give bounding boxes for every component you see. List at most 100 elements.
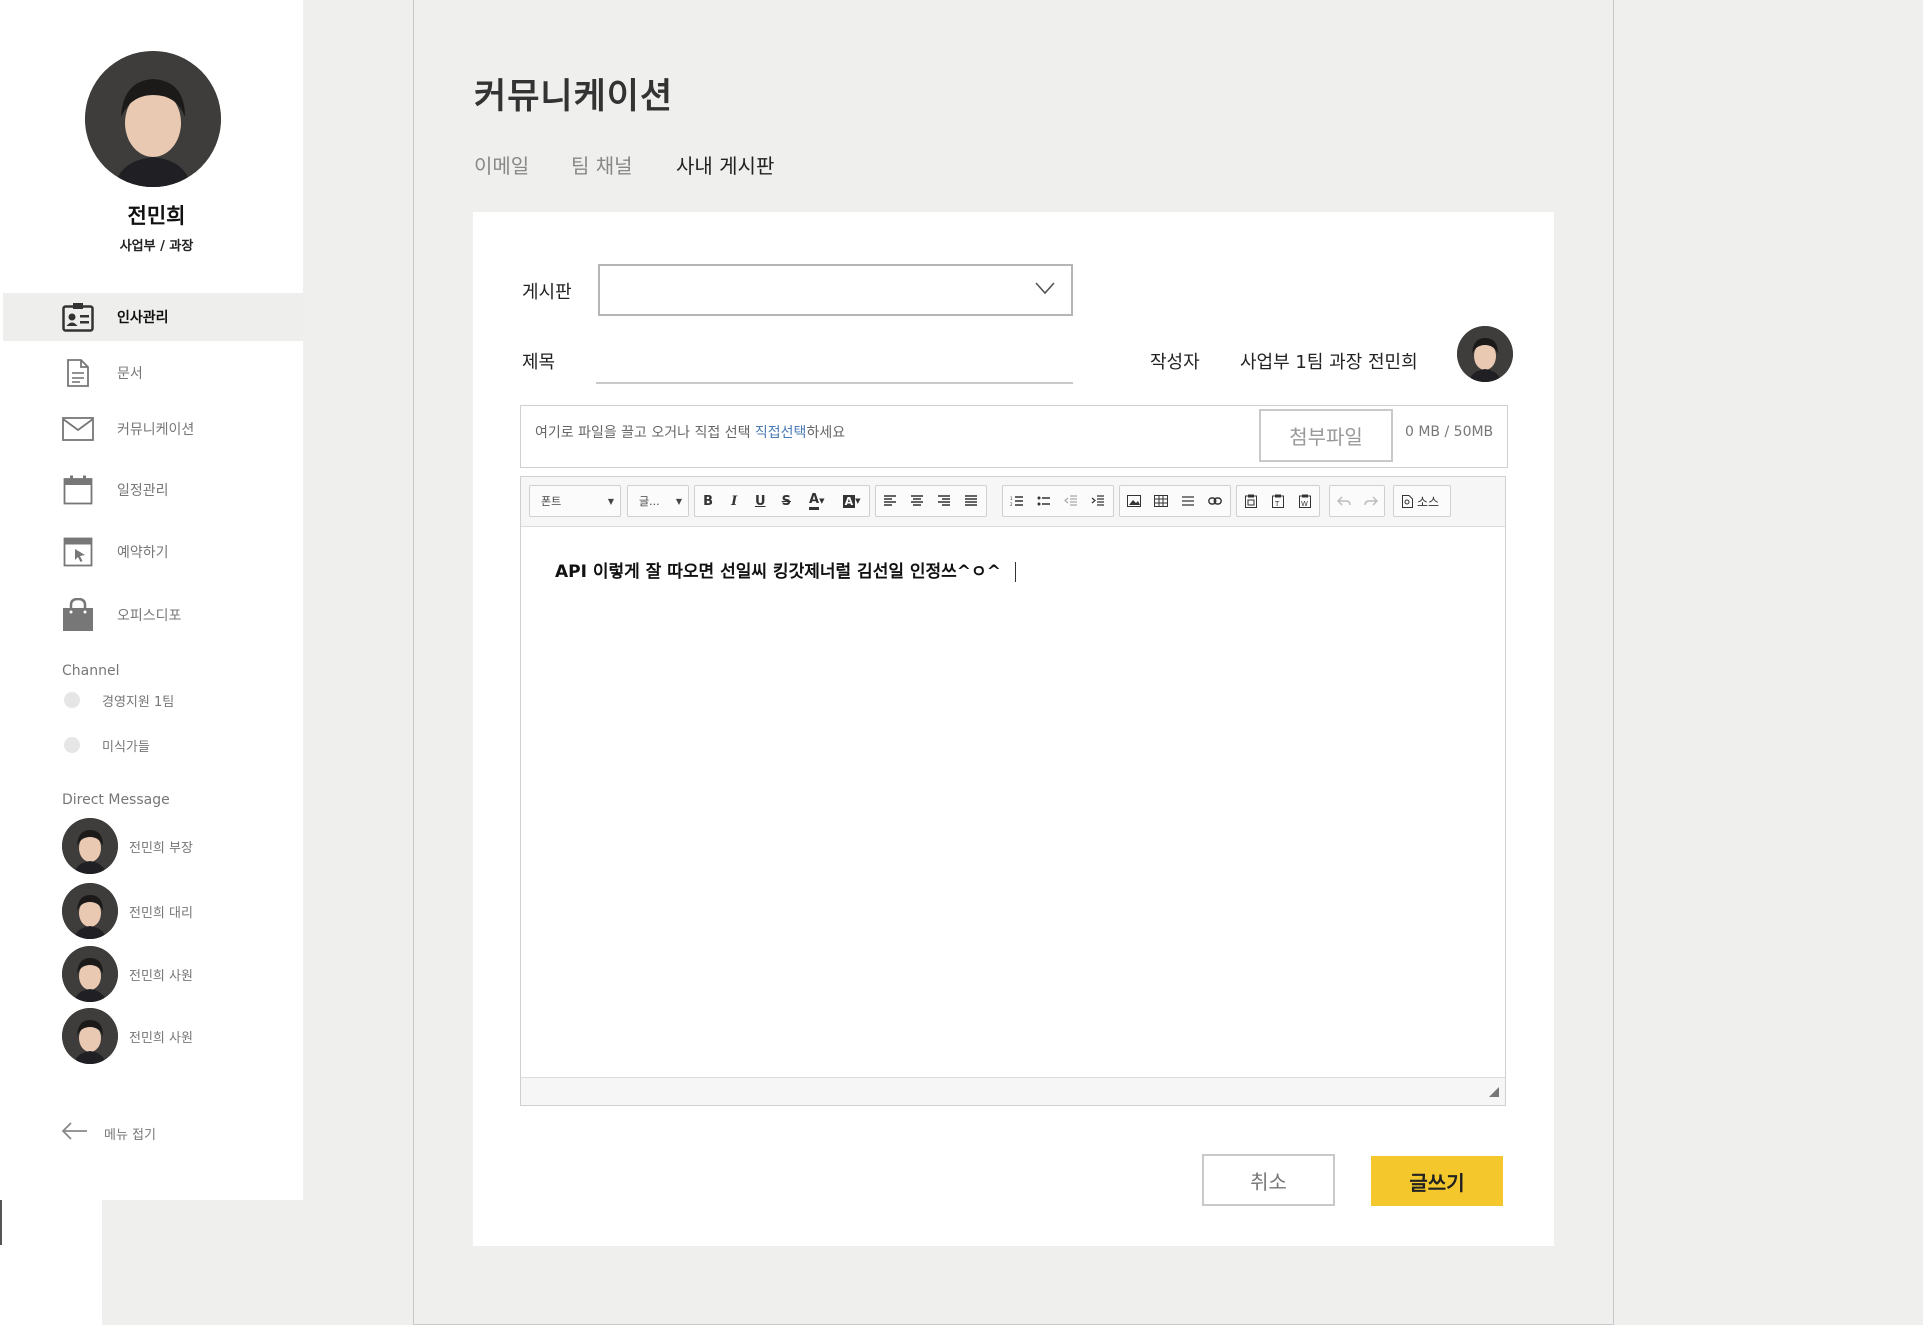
paste-text-icon[interactable]: T (1264, 486, 1291, 516)
font-size-combo-label: 글... (639, 495, 660, 508)
sidebar-item-booking[interactable]: 예약하기 (3, 528, 303, 576)
editor-statusbar (521, 1077, 1505, 1105)
dm-section-title: Direct Message (62, 792, 170, 808)
rich-text-editor: 폰트 ▼ 글... ▼ B I U S A ▼ A ▼ 12 T W 소스 AP… (520, 476, 1506, 1106)
booking-icon (61, 535, 95, 569)
editor-content-area[interactable]: API 이렇게 잘 따오면 선일씨 킹갓제너럴 김선일 인정쓰^ㅇ^ (521, 527, 1505, 1077)
arrow-left-icon (61, 1122, 88, 1144)
attach-file-button[interactable]: 첨부파일 (1259, 409, 1393, 462)
document-icon (61, 356, 95, 390)
insert-group (1119, 485, 1231, 517)
writer-value: 사업부 1팀 과장 전민희 (1240, 352, 1418, 373)
file-drop-suffix: 하세요 (806, 425, 846, 441)
sidebar-item-label: 일정관리 (117, 483, 169, 499)
dm-item[interactable]: 전민희 사원 (62, 946, 193, 1002)
sidebar-item-documents[interactable]: 문서 (3, 349, 303, 397)
sidebar-item-office-depot[interactable]: 오피스디포 (3, 591, 303, 639)
channel-label: 미식가들 (102, 739, 150, 755)
text-style-group: B I U S A ▼ A ▼ (694, 485, 870, 517)
italic-icon[interactable]: I (721, 486, 747, 516)
align-left-icon[interactable] (876, 486, 903, 516)
source-icon (1402, 494, 1413, 508)
cancel-button[interactable]: 취소 (1202, 1154, 1335, 1206)
bold-icon[interactable]: B (695, 486, 721, 516)
channel-section-title: Channel (62, 663, 120, 679)
undo-icon[interactable] (1330, 486, 1357, 516)
link-icon[interactable] (1201, 486, 1228, 516)
avatar (1457, 326, 1513, 382)
sidebar-item-label: 커뮤니케이션 (117, 422, 195, 438)
tab-email[interactable]: 이메일 (474, 150, 529, 179)
paste-icon[interactable] (1237, 486, 1264, 516)
sidebar-item-label: 오피스디포 (117, 608, 182, 624)
table-icon[interactable] (1147, 486, 1174, 516)
writer-label: 작성자 (1150, 352, 1200, 373)
profile-name: 전민희 (127, 204, 186, 228)
editor-content-text: API 이렇게 잘 따오면 선일씨 킹갓제너럴 김선일 인정쓰^ㅇ^ (555, 562, 1001, 582)
redo-icon[interactable] (1357, 486, 1384, 516)
sidebar-item-communication[interactable]: 커뮤니케이션 (3, 405, 303, 453)
dm-item[interactable]: 전민희 사원 (62, 1008, 193, 1064)
svg-text:W: W (1301, 500, 1308, 508)
outdent-icon[interactable] (1057, 486, 1084, 516)
channel-status-dot (64, 692, 80, 708)
file-select-link[interactable]: 직접선택 (755, 425, 807, 441)
tab-team-channel[interactable]: 팀 채널 (571, 150, 633, 179)
shopping-bag-icon (61, 598, 95, 632)
channel-item[interactable]: 경영지원 1팀 (64, 688, 174, 712)
bullet-list-icon[interactable] (1030, 486, 1057, 516)
text-color-icon[interactable]: A ▼ (799, 486, 834, 516)
source-label: 소스 (1417, 494, 1440, 509)
horizontal-rule-icon[interactable] (1174, 486, 1201, 516)
font-combo[interactable]: 폰트 ▼ (529, 485, 621, 517)
channel-status-dot (64, 737, 80, 753)
avatar (62, 1008, 118, 1064)
calendar-icon (61, 473, 95, 507)
alignment-group (875, 485, 987, 517)
numbered-list-icon[interactable]: 12 (1003, 486, 1030, 516)
align-justify-icon[interactable] (957, 486, 984, 516)
title-label: 제목 (522, 352, 556, 373)
underline-icon[interactable]: U (747, 486, 773, 516)
avatar (62, 883, 118, 939)
font-size-combo[interactable]: 글... ▼ (627, 485, 689, 517)
text-caret (1014, 562, 1016, 582)
history-group (1329, 485, 1385, 517)
collapse-menu-button[interactable]: 메뉴 접기 (61, 1120, 156, 1146)
profile-department: 사업부 / 과장 (119, 239, 194, 254)
strikethrough-icon[interactable]: S (773, 486, 799, 516)
tab-company-board[interactable]: 사내 게시판 (676, 150, 774, 179)
font-combo-label: 폰트 (541, 495, 562, 508)
mail-icon (61, 412, 95, 446)
upload-size-indicator: 0 MB / 50MB (1405, 424, 1494, 440)
indent-icon[interactable] (1084, 486, 1111, 516)
sidebar-bottom-background (102, 1200, 303, 1325)
sidebar-item-label: 인사관리 (117, 310, 169, 326)
image-icon[interactable] (1120, 486, 1147, 516)
dm-label: 전민희 대리 (129, 905, 193, 921)
clipboard-group: T W (1236, 485, 1320, 517)
align-right-icon[interactable] (930, 486, 957, 516)
board-select[interactable] (598, 264, 1073, 316)
source-button[interactable]: 소스 (1393, 485, 1451, 517)
list-group: 12 (1002, 485, 1114, 517)
align-center-icon[interactable] (903, 486, 930, 516)
file-drop-zone[interactable]: 여기로 파일을 끌고 오거나 직접 선택 직접선택하세요 첨부파일 0 MB /… (520, 405, 1508, 468)
sidebar-item-hr[interactable]: 인사관리 (3, 293, 303, 341)
background-color-icon[interactable]: A ▼ (834, 486, 869, 516)
chevron-down-icon (1035, 280, 1055, 299)
page-title: 커뮤니케이션 (474, 77, 674, 117)
dm-item[interactable]: 전민희 대리 (62, 883, 193, 939)
title-input[interactable] (596, 346, 1073, 384)
channel-item[interactable]: 미식가들 (64, 733, 150, 757)
file-drop-text: 여기로 파일을 끌고 오거나 직접 선택 직접선택하세요 (535, 422, 845, 442)
sidebar-item-schedule[interactable]: 일정관리 (3, 466, 303, 514)
profile-avatar[interactable] (85, 51, 221, 187)
dropdown-arrow-icon: ▼ (675, 497, 682, 506)
collapse-menu-label: 메뉴 접기 (104, 1127, 156, 1143)
submit-post-button[interactable]: 글쓰기 (1371, 1156, 1503, 1206)
dm-label: 전민희 부장 (129, 840, 193, 856)
paste-word-icon[interactable]: W (1291, 486, 1318, 516)
dm-item[interactable]: 전민희 부장 (62, 818, 193, 874)
resize-handle-icon[interactable] (1489, 1082, 1499, 1101)
